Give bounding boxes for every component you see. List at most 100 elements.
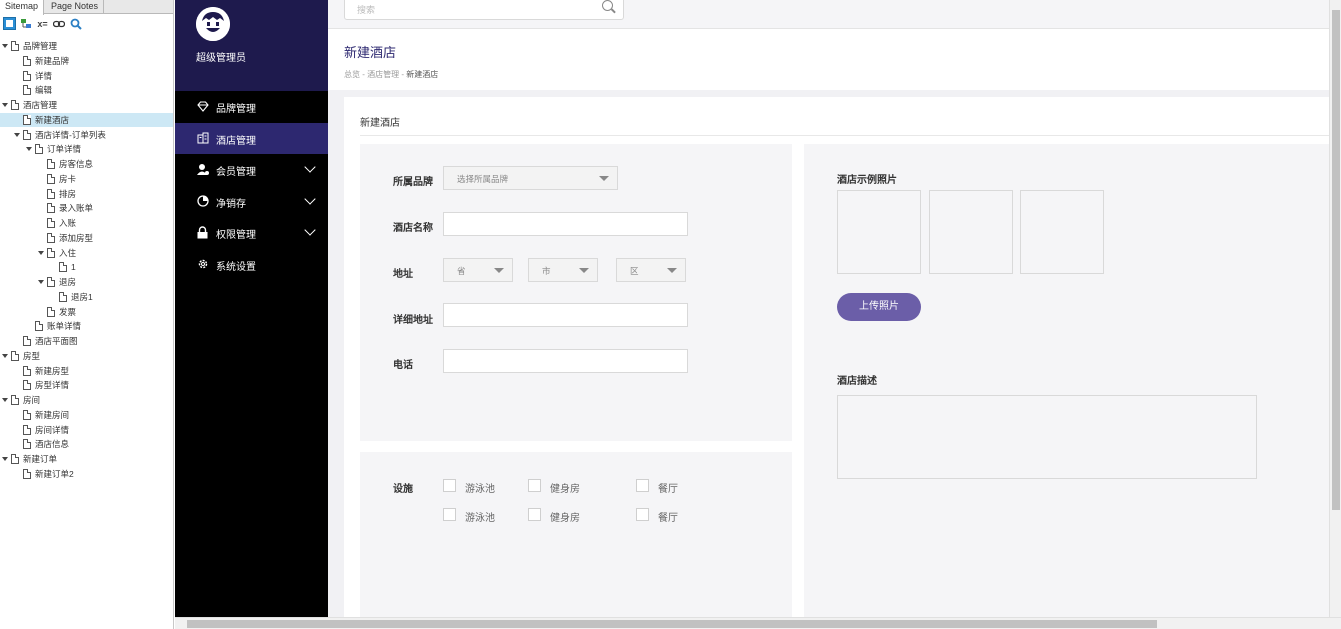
facility-checkbox[interactable] xyxy=(636,479,649,492)
sitemap-item-label: 新建房间 xyxy=(35,409,70,420)
description-textarea[interactable] xyxy=(837,395,1257,479)
nav-item[interactable]: 净销存 xyxy=(175,186,328,217)
sitemap-item-label: 新建订单2 xyxy=(35,468,74,479)
top-bar: 搜索 xyxy=(328,0,1329,29)
photo-slot[interactable] xyxy=(837,190,921,274)
nav-item-label: 净销存 xyxy=(216,198,246,210)
photo-slot[interactable] xyxy=(1020,190,1104,274)
sitemap-item[interactable]: 退房 xyxy=(0,275,173,289)
sitemap-item[interactable]: 酒店详情-订单列表 xyxy=(0,128,173,142)
page-icon xyxy=(47,159,55,169)
sitemap-item[interactable]: 排房 xyxy=(0,187,173,201)
sitemap-item[interactable]: 编辑 xyxy=(0,83,173,97)
page-icon xyxy=(35,144,43,155)
phone-input[interactable] xyxy=(443,349,688,373)
scrollbar-thumb[interactable] xyxy=(187,620,1157,628)
facility-checkbox[interactable] xyxy=(443,479,456,492)
sitemap-item[interactable]: 新建房间 xyxy=(0,408,173,422)
sitemap-item-label: 排房 xyxy=(59,188,77,199)
sitemap-item[interactable]: 添加房型 xyxy=(0,231,173,245)
add-page-icon[interactable] xyxy=(3,17,16,30)
expand-arrow-icon[interactable] xyxy=(2,103,8,107)
facility-checkbox[interactable] xyxy=(528,479,541,492)
tab-page-notes[interactable]: Page Notes xyxy=(46,0,105,14)
page-title: 新建酒店 xyxy=(344,45,397,60)
sitemap-item[interactable]: 房间 xyxy=(0,393,173,407)
sitemap-item-label: 订单详情 xyxy=(47,144,82,155)
facility-checkbox[interactable] xyxy=(443,508,456,521)
sitemap-item[interactable]: 新建订单 xyxy=(0,452,173,466)
delete-icon[interactable]: x= xyxy=(36,17,49,30)
upload-photo-button[interactable]: 上传照片 xyxy=(837,293,921,321)
sitemap-item[interactable]: 房型 xyxy=(0,349,173,363)
facility-checkbox[interactable] xyxy=(528,508,541,521)
link-icon[interactable] xyxy=(52,17,65,30)
tab-sitemap[interactable]: Sitemap xyxy=(0,0,45,15)
breadcrumb-home[interactable]: 总览 xyxy=(344,70,360,79)
nav-item-label: 酒店管理 xyxy=(216,135,256,147)
horizontal-scrollbar[interactable] xyxy=(175,617,1341,629)
sitemap-item[interactable]: 1 xyxy=(0,260,173,274)
hotel-name-input[interactable] xyxy=(443,212,688,236)
sitemap-item[interactable]: 房客信息 xyxy=(0,157,173,171)
sitemap-item[interactable]: 品牌管理 xyxy=(0,39,173,53)
city-select[interactable]: 市 xyxy=(528,258,598,282)
expand-arrow-icon[interactable] xyxy=(2,44,8,48)
scrollbar-thumb[interactable] xyxy=(1332,10,1340,510)
sitemap-item[interactable]: 新建房型 xyxy=(0,364,173,378)
nav-item[interactable]: 会员管理 xyxy=(175,154,328,185)
expand-arrow-icon[interactable] xyxy=(38,250,44,255)
avatar[interactable] xyxy=(196,7,230,41)
search-icon[interactable] xyxy=(602,0,613,11)
sitemap-item[interactable]: 账单详情 xyxy=(0,319,173,333)
nav-item[interactable]: 品牌管理 xyxy=(175,91,328,122)
sitemap-item[interactable]: 酒店平面图 xyxy=(0,334,173,348)
page-icon xyxy=(11,395,19,405)
address-label: 地址 xyxy=(393,269,413,280)
chevron-down-icon xyxy=(304,161,316,173)
add-folder-icon[interactable] xyxy=(19,17,32,30)
sitemap-item-label: 酒店信息 xyxy=(35,439,70,450)
sitemap-item-label: 房间 xyxy=(23,395,41,405)
sitemap-item[interactable]: 订单详情 xyxy=(0,142,173,156)
expand-arrow-icon[interactable] xyxy=(38,280,44,284)
sitemap-item[interactable]: 详情 xyxy=(0,69,173,83)
search-icon[interactable] xyxy=(69,17,82,30)
sitemap-item[interactable]: 酒店管理 xyxy=(0,98,173,112)
expand-arrow-icon[interactable] xyxy=(26,147,32,152)
expand-arrow-icon[interactable] xyxy=(2,398,8,402)
detail-address-input[interactable] xyxy=(443,303,688,327)
page-icon xyxy=(23,409,31,420)
sitemap-item[interactable]: 房卡 xyxy=(0,172,173,186)
brand-select[interactable]: 选择所属品牌 xyxy=(443,166,618,190)
province-select[interactable]: 省 xyxy=(443,258,513,282)
sitemap-item[interactable]: 新建酒店 xyxy=(0,112,173,127)
page-icon xyxy=(47,188,55,199)
expand-arrow-icon[interactable] xyxy=(2,457,8,461)
district-select[interactable]: 区 xyxy=(616,258,686,282)
sitemap-item[interactable]: 房间详情 xyxy=(0,423,173,437)
nav-item[interactable]: 系统设置 xyxy=(175,249,328,280)
sitemap-item-label: 房型 xyxy=(23,350,41,361)
sitemap-item[interactable]: 入账 xyxy=(0,216,173,230)
expand-arrow-icon[interactable] xyxy=(2,353,8,358)
sitemap-item[interactable]: 新建订单2 xyxy=(0,467,173,481)
sitemap-item[interactable]: 新建品牌 xyxy=(0,54,173,68)
sitemap-item[interactable]: 发票 xyxy=(0,305,173,319)
photo-slot[interactable] xyxy=(929,190,1013,274)
facility-checkbox[interactable] xyxy=(636,508,649,521)
sitemap-item[interactable]: 房型详情 xyxy=(0,378,173,392)
admin-sidebar: 超级管理员 品牌管理 酒店管理 会员管理 净销存 权限管理 系统设置 xyxy=(175,0,328,617)
facilities-panel: 设施 游泳池 健身房 餐厅 游泳池 健身房 餐厅 xyxy=(360,452,792,617)
sitemap-item[interactable]: 酒店信息 xyxy=(0,437,173,451)
search-input[interactable]: 搜索 xyxy=(344,0,624,20)
sitemap-item[interactable]: 退房1 xyxy=(0,290,173,304)
expand-arrow-icon[interactable] xyxy=(14,132,20,137)
nav-item[interactable]: 权限管理 xyxy=(175,217,328,248)
sitemap-item[interactable]: 入住 xyxy=(0,246,173,260)
vertical-scrollbar[interactable] xyxy=(1329,0,1341,617)
nav-item[interactable]: 酒店管理 xyxy=(175,122,328,154)
sitemap-item[interactable]: 录入账单 xyxy=(0,201,173,215)
detail-address-label: 详细地址 xyxy=(393,315,433,326)
breadcrumb-parent[interactable]: 酒店管理 xyxy=(367,70,399,79)
